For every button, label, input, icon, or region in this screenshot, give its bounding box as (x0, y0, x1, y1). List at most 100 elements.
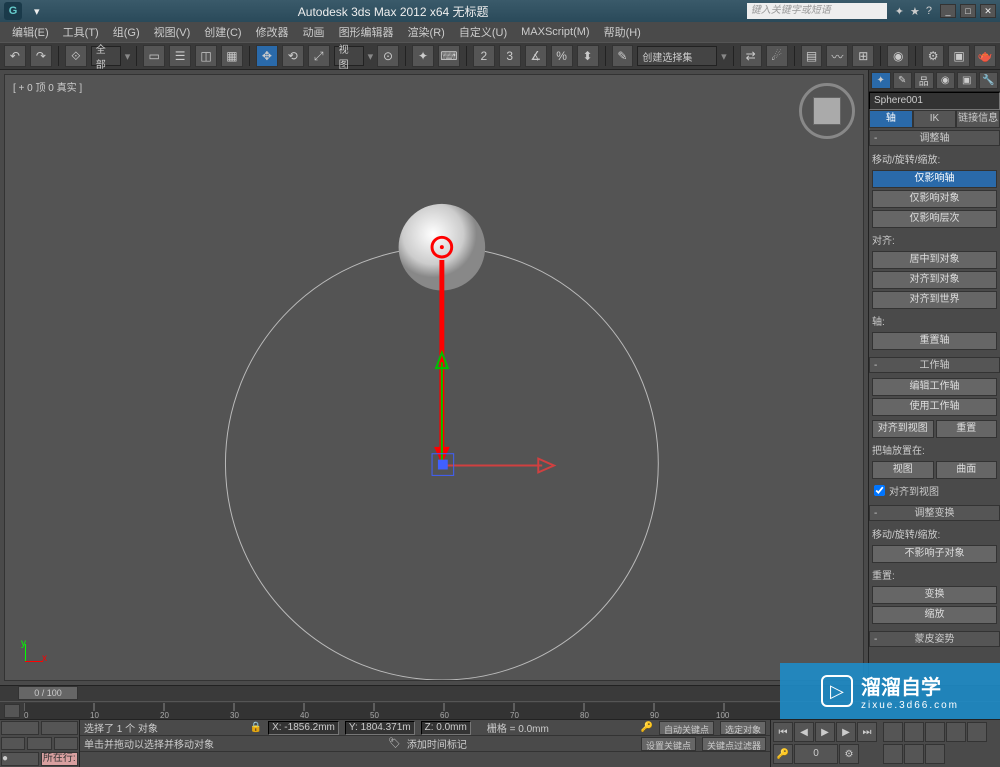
align-to-object-button[interactable]: 对齐到对象 (872, 271, 997, 289)
selected-dropdown[interactable]: 选定对象 (720, 721, 766, 735)
affect-pivot-button[interactable]: 仅影响轴 (872, 170, 997, 188)
viewcube[interactable] (799, 83, 855, 139)
skin-pose-header[interactable]: 蒙皮姿势 (869, 631, 1000, 647)
fov-button[interactable] (967, 722, 987, 742)
render-setup-button[interactable]: ⚙ (922, 45, 944, 67)
help-ab-icon[interactable]: ✦ (895, 5, 904, 18)
redo-button[interactable]: ↷ (30, 45, 52, 67)
menu-maxscript[interactable]: MAXScript(M) (515, 24, 595, 40)
percent-snap-button[interactable]: % (551, 45, 573, 67)
coord-x[interactable]: X: -1856.2mm (268, 721, 339, 735)
window-crossing-button[interactable]: ▦ (221, 45, 243, 67)
menu-tools[interactable]: 工具(T) (57, 22, 105, 42)
goto-start-button[interactable]: ⏮ (773, 722, 793, 742)
center-to-object-button[interactable]: 居中到对象 (872, 251, 997, 269)
coord-y[interactable]: Y: 1804.371m (345, 721, 415, 735)
link-info-tab[interactable]: 链接信息 (956, 110, 1000, 128)
reset-transform-button[interactable]: 变换 (872, 586, 997, 604)
modify-tab-icon[interactable]: ✎ (893, 72, 913, 89)
snap-3d-button[interactable]: 3 (499, 45, 521, 67)
pivot-center-button[interactable]: ⊙ (377, 45, 399, 67)
edit-selset-button[interactable]: ✎ (612, 45, 634, 67)
object-name-field[interactable]: Sphere001 (869, 92, 1000, 110)
maxscript-mini-icon[interactable] (1, 721, 39, 735)
key-icon[interactable]: 🔑 (641, 722, 653, 733)
set-key-button[interactable]: 设置关键点 (641, 737, 696, 751)
menu-graph[interactable]: 图形编辑器 (333, 22, 400, 42)
affect-object-button[interactable]: 仅影响对象 (872, 190, 997, 208)
current-frame-field[interactable]: 0 (794, 744, 838, 764)
select-button[interactable]: ▭ (143, 45, 165, 67)
spinner-snap-button[interactable]: ⬍ (577, 45, 599, 67)
menu-views[interactable]: 视图(V) (148, 22, 197, 42)
angle-snap-button[interactable]: ∡ (525, 45, 547, 67)
align-to-view-checkbox[interactable] (874, 485, 885, 496)
display-tab-icon[interactable]: ▣ (957, 72, 977, 89)
link-button[interactable]: ⟐ (65, 45, 87, 67)
goto-end-button[interactable]: ⏭ (857, 722, 877, 742)
schematic-button[interactable]: ⊞ (852, 45, 874, 67)
use-working-pivot-button[interactable]: 使用工作轴 (872, 398, 997, 416)
menu-modifiers[interactable]: 修改器 (250, 22, 295, 42)
maximize-viewport-button[interactable] (925, 744, 945, 764)
zoom-extents-all-button[interactable] (946, 722, 966, 742)
adjust-transform-header[interactable]: 调整变换 (869, 505, 1000, 521)
app-logo-icon[interactable]: G (4, 2, 22, 20)
next-frame-button[interactable]: ▶ (836, 722, 856, 742)
menu-customize[interactable]: 自定义(U) (453, 22, 513, 42)
mirror-button[interactable]: ⇄ (740, 45, 762, 67)
time-tag-icon[interactable]: 🏷 (388, 738, 401, 749)
rotate-button[interactable]: ⟲ (282, 45, 304, 67)
filter-dropdown[interactable]: 全部 (91, 46, 121, 66)
key-filters-button[interactable]: 关键点过滤器 (702, 737, 766, 751)
move-button[interactable]: ✥ (256, 45, 278, 67)
working-pivot-header[interactable]: 工作轴 (869, 357, 1000, 373)
zoom-button[interactable] (883, 722, 903, 742)
motion-tab-icon[interactable]: ◉ (936, 72, 956, 89)
reset-scale-button[interactable]: 缩放 (872, 606, 997, 624)
ik-tab[interactable]: IK (913, 110, 957, 128)
lock-selection-icon[interactable]: 🔒 (250, 722, 262, 733)
create-tab-icon[interactable]: ✦ (871, 72, 891, 89)
zoom-all-button[interactable] (904, 722, 924, 742)
menu-edit[interactable]: 编辑(E) (6, 22, 55, 42)
select-rect-button[interactable]: ◫ (195, 45, 217, 67)
time-slider-handle[interactable]: 0 / 100 (18, 686, 78, 700)
utilities-tab-icon[interactable]: 🔧 (979, 72, 999, 89)
menu-create[interactable]: 创建(C) (198, 22, 247, 42)
undo-button[interactable]: ↶ (4, 45, 26, 67)
align-button[interactable]: ☄ (766, 45, 788, 67)
pivot-tab[interactable]: 轴 (869, 110, 913, 128)
help-question-icon[interactable]: ? (926, 5, 932, 18)
sel-lock-icon[interactable] (54, 737, 78, 751)
menu-group[interactable]: 组(G) (107, 22, 146, 42)
search-input[interactable]: 键入关键字或短语 (747, 3, 887, 19)
menu-rendering[interactable]: 渲染(R) (402, 22, 451, 42)
place-surface-button[interactable]: 曲面 (936, 461, 998, 479)
help-star-icon[interactable]: ★ (910, 5, 920, 18)
curve-editor-button[interactable]: 〰 (826, 45, 848, 67)
layers-button[interactable]: ▤ (801, 45, 823, 67)
affect-hierarchy-button[interactable]: 仅影响层次 (872, 210, 997, 228)
menu-help[interactable]: 帮助(H) (598, 22, 647, 42)
render-button[interactable]: 🫖 (974, 45, 996, 67)
snap-2d-button[interactable]: 2 (473, 45, 495, 67)
lock-icon[interactable] (27, 737, 51, 751)
dot-icon[interactable]: ● (1, 752, 39, 766)
isolate-icon[interactable] (1, 737, 25, 751)
align-to-world-button[interactable]: 对齐到世界 (872, 291, 997, 309)
orbit-button[interactable] (904, 744, 924, 764)
coord-z[interactable]: Z: 0.0mm (421, 721, 471, 735)
edit-working-pivot-button[interactable]: 编辑工作轴 (872, 378, 997, 396)
viewport-top[interactable]: [ + 0 顶 0 真实 ] (4, 74, 864, 681)
close-button[interactable]: ✕ (980, 4, 996, 18)
add-time-tag[interactable]: 添加时间标记 (407, 736, 467, 751)
listener-icon[interactable] (41, 721, 79, 735)
keyboard-button[interactable]: ⌨ (438, 45, 460, 67)
menu-animation[interactable]: 动画 (297, 22, 331, 42)
reset-work-pivot-button[interactable]: 重置 (936, 420, 998, 438)
hierarchy-tab-icon[interactable]: 品 (914, 72, 934, 89)
time-config-button[interactable]: ⚙ (839, 744, 859, 764)
maximize-button[interactable]: □ (960, 4, 976, 18)
auto-key-button[interactable]: 自动关键点 (659, 721, 714, 735)
